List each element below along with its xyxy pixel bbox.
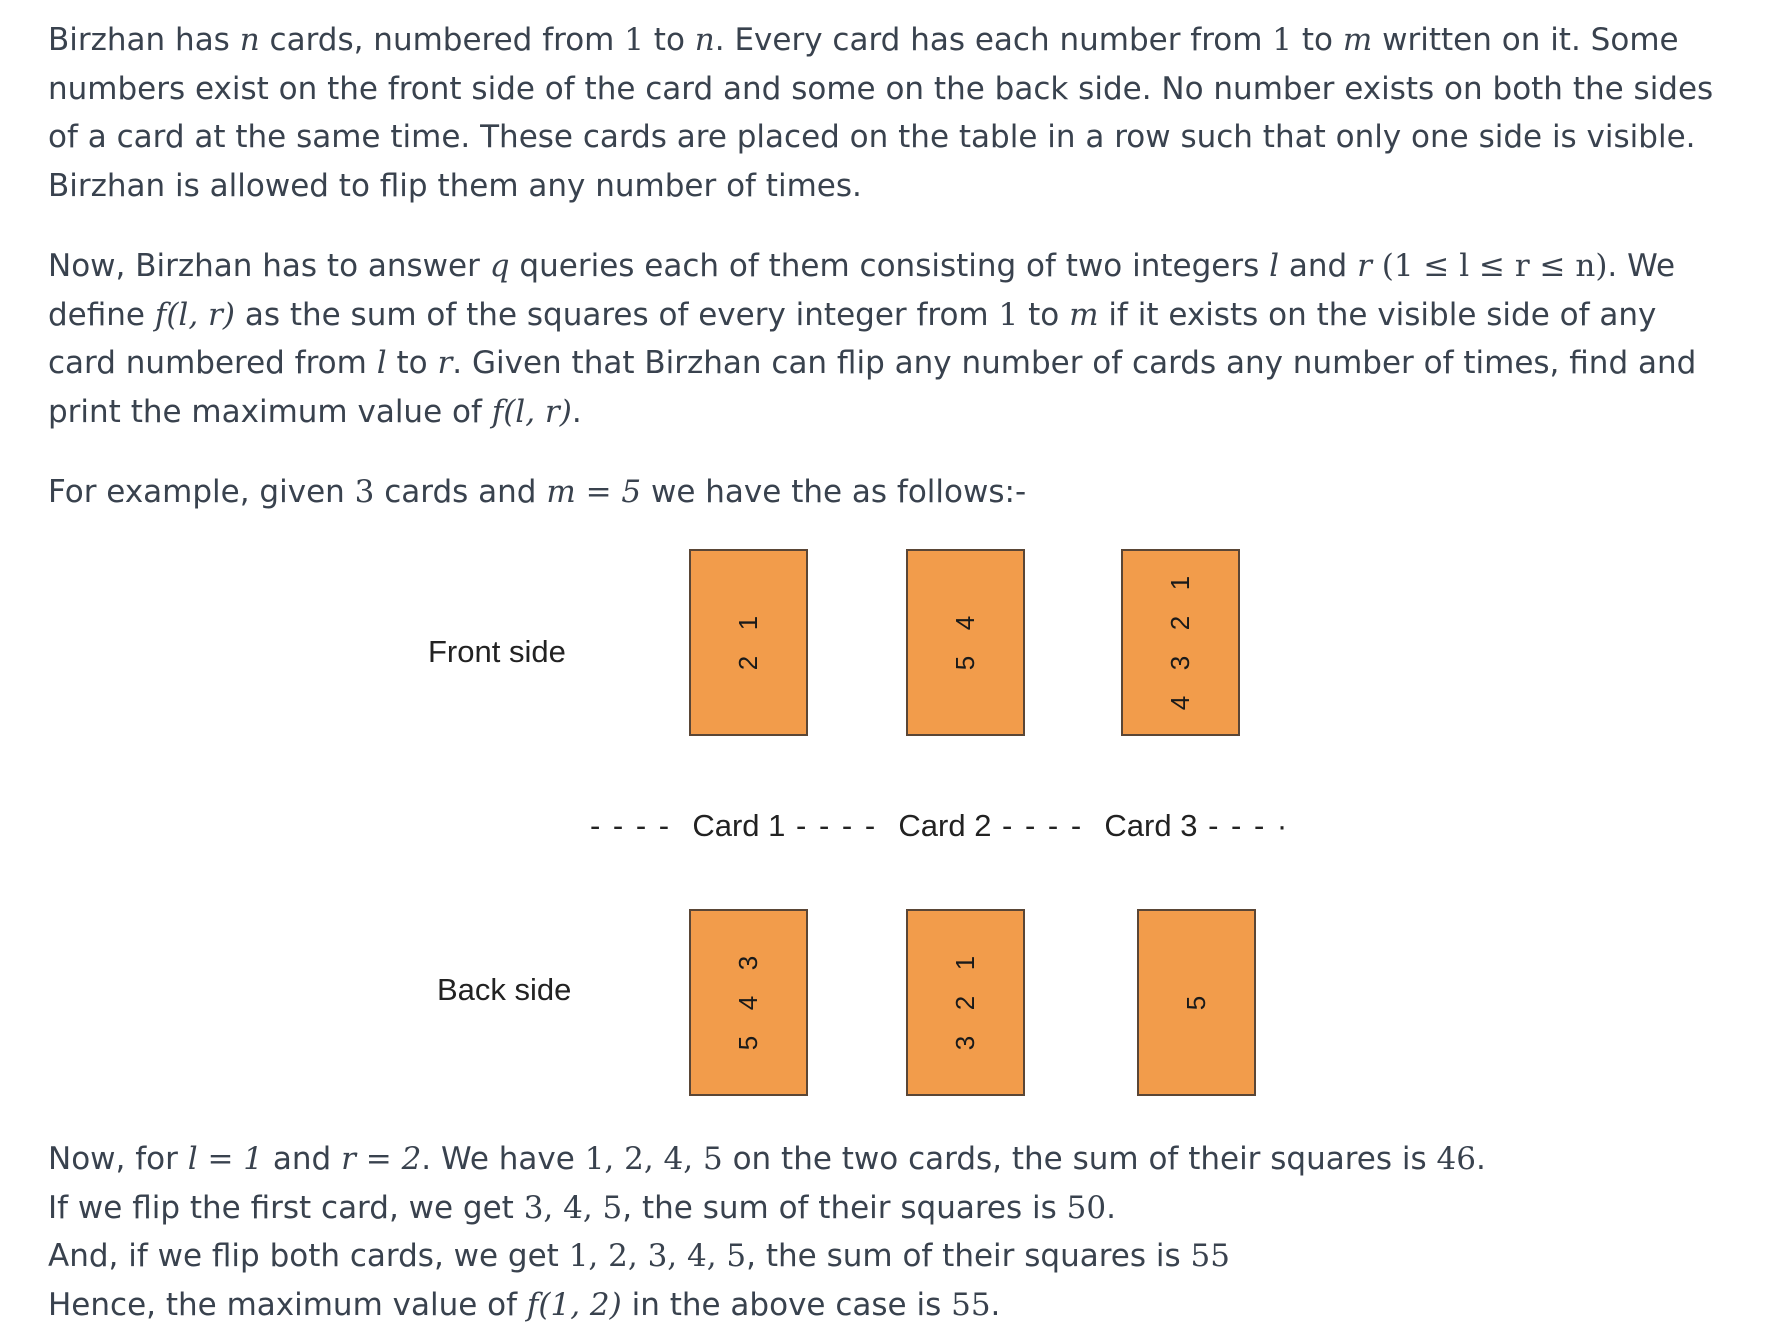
front-side-label: Front side <box>428 634 566 670</box>
text: and <box>263 1141 341 1177</box>
math-values: 1, 2, 3, 4, 5 <box>569 1238 746 1274</box>
math-number: 1 <box>624 22 644 58</box>
text: to <box>1018 297 1069 333</box>
text: to <box>387 345 438 381</box>
card-number: 3 <box>946 1035 986 1049</box>
math-m: m <box>1343 22 1372 58</box>
math-n: n <box>240 22 260 58</box>
text: Now, Birzhan has to answer <box>48 248 490 284</box>
text: cards, numbered from <box>260 22 625 58</box>
statement-paragraph-3: For example, given 3 cards and m = 5 we … <box>48 468 1718 517</box>
text: . Every card has each number from <box>715 22 1273 58</box>
text: And, if we flip both cards, we get <box>48 1238 569 1274</box>
explanation-line-3: And, if we flip both cards, we get 1, 2,… <box>48 1232 1718 1281</box>
math-r: r <box>1357 248 1372 284</box>
math-values: 1, 2, 4, 5 <box>585 1141 723 1177</box>
math-l: l <box>1269 248 1279 284</box>
dashes: - - - · <box>1197 808 1289 843</box>
card-1-back: 3 4 5 <box>689 909 808 1096</box>
explanation-line-4: Hence, the maximum value of f(1, 2) in t… <box>48 1281 1718 1329</box>
card-labels-row: - - - - Card 1 - - - - Card 2 - - - - Ca… <box>590 808 1289 844</box>
text: . <box>991 1287 1001 1323</box>
explanation-line-2: If we flip the first card, we get 3, 4, … <box>48 1184 1718 1233</box>
card-2-back: 1 2 3 <box>906 909 1025 1096</box>
text: as the sum of the squares of every integ… <box>235 297 999 333</box>
math-f: f(l, r) <box>155 297 235 333</box>
explanation-line-1: Now, for l = 1 and r = 2. We have 1, 2, … <box>48 1135 1718 1184</box>
card-number: 5 <box>1177 995 1217 1009</box>
card-number: 5 <box>946 655 986 669</box>
card-number: 2 <box>729 655 769 669</box>
text: cards and <box>374 474 546 510</box>
card-number: 2 <box>1161 615 1201 629</box>
text: , the sum of their squares is <box>746 1238 1190 1274</box>
math-l-equals: l = 1 <box>188 1141 263 1177</box>
card-1-front: 1 2 <box>689 549 808 736</box>
card-number: 3 <box>1161 655 1201 669</box>
text: Birzhan has <box>48 22 240 58</box>
text: and <box>1279 248 1357 284</box>
math-number: 3 <box>355 474 375 510</box>
text: If we flip the first card, we get <box>48 1190 524 1226</box>
text: queries each of them consisting of two i… <box>510 248 1270 284</box>
dashes: - - - - <box>590 808 692 843</box>
math-q: q <box>490 248 510 284</box>
card-3-back: 5 <box>1137 909 1256 1096</box>
math-f: f(l, r) <box>492 394 572 430</box>
text: . <box>572 394 582 430</box>
statement-paragraph-1: Birzhan has n cards, numbered from 1 to … <box>48 16 1718 210</box>
math-n: n <box>695 22 715 58</box>
card-number: 4 <box>946 615 986 629</box>
card-1-label: Card 1 <box>692 808 785 843</box>
text: on the two cards, the sum of their squar… <box>723 1141 1437 1177</box>
text: Hence, the maximum value of <box>48 1287 527 1323</box>
text: Now, for <box>48 1141 188 1177</box>
math-sum: 46 <box>1437 1141 1476 1177</box>
math-sum: 55 <box>1191 1238 1230 1274</box>
example-explanation: Now, for l = 1 and r = 2. We have 1, 2, … <box>48 1135 1718 1329</box>
math-f: f(1, 2) <box>527 1287 622 1323</box>
card-number: 4 <box>729 995 769 1009</box>
dashes: - - - - <box>991 808 1104 843</box>
text: . <box>1106 1190 1116 1226</box>
card-number: 3 <box>729 955 769 969</box>
text: , the sum of their squares is <box>622 1190 1066 1226</box>
text: . <box>1476 1141 1486 1177</box>
card-number: 1 <box>946 955 986 969</box>
math-values: 3, 4, 5 <box>524 1190 623 1226</box>
statement-paragraph-2: Now, Birzhan has to answer q queries eac… <box>48 242 1718 436</box>
math-number: 1 <box>1272 22 1292 58</box>
card-number: 4 <box>1161 695 1201 709</box>
math-number: 1 <box>998 297 1018 333</box>
text: we have the as follows:- <box>651 474 1026 510</box>
text: to <box>644 22 695 58</box>
card-number: 2 <box>946 995 986 1009</box>
math-m: m <box>1069 297 1098 333</box>
math-constraint: (1 ≤ l ≤ r ≤ n) <box>1382 248 1608 284</box>
text: in the above case is <box>622 1287 951 1323</box>
dashes: - - - - <box>785 808 898 843</box>
math-value: 55 <box>951 1287 990 1323</box>
card-number: 1 <box>729 615 769 629</box>
text: . We have <box>421 1141 584 1177</box>
math-r-equals: r = 2 <box>341 1141 421 1177</box>
card-number: 5 <box>729 1035 769 1049</box>
card-number: 1 <box>1161 575 1201 589</box>
card-2-label: Card 2 <box>898 808 991 843</box>
card-3-front: 1 2 3 4 <box>1121 549 1240 736</box>
math-sum: 50 <box>1067 1190 1106 1226</box>
card-2-front: 4 5 <box>906 549 1025 736</box>
math-l: l <box>377 345 387 381</box>
back-side-label: Back side <box>437 972 571 1008</box>
card-3-label: Card 3 <box>1104 808 1197 843</box>
math-m-equals: m = 5 <box>546 474 641 510</box>
math-r: r <box>437 345 452 381</box>
text: For example, given <box>48 474 355 510</box>
text: to <box>1292 22 1343 58</box>
